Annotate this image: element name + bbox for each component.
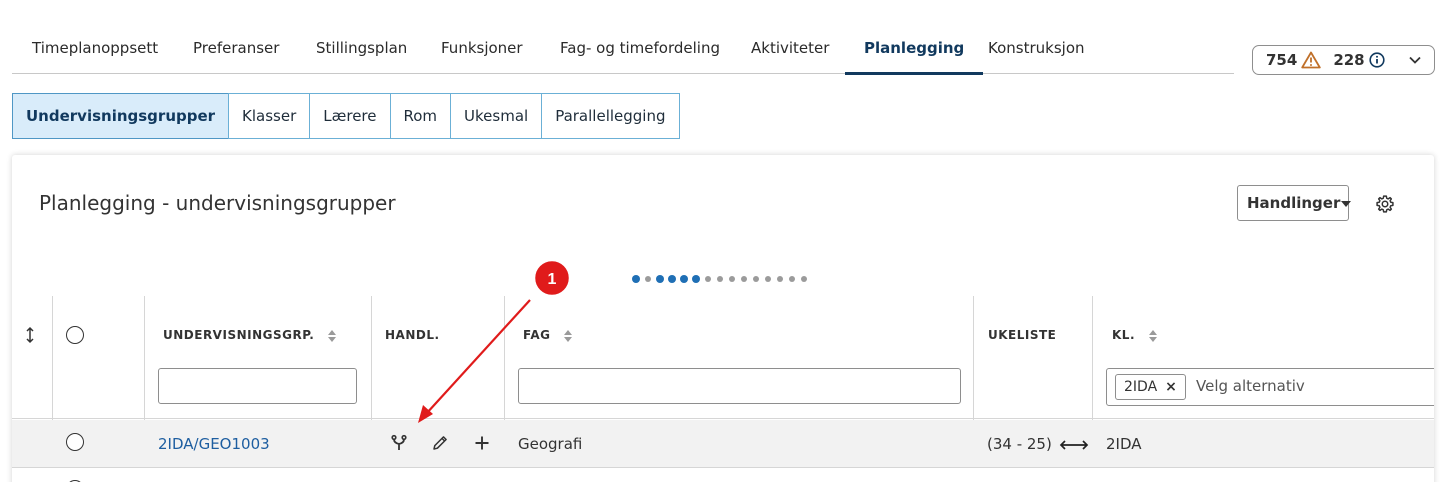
pager-dot[interactable]	[668, 275, 676, 283]
subtab-undervisningsgrupper[interactable]: Undervisningsgrupper	[12, 93, 230, 139]
column-header-subject-label: FAG	[523, 328, 551, 342]
class-filter-chip[interactable]: 2IDA ×	[1115, 374, 1186, 400]
pager-dot[interactable]	[753, 276, 759, 282]
tab-fag-og-timefordeling[interactable]: Fag- og timefordeling	[560, 26, 720, 74]
subject-cell: Geografi	[518, 435, 583, 453]
table-row[interactable]: 2IDA/GEO1003 Geografi (34 - 25) 2IDA	[12, 420, 1434, 468]
subject-filter-input[interactable]	[518, 368, 961, 404]
tab-preferanser[interactable]: Preferanser	[193, 26, 279, 74]
pager-dot[interactable]	[645, 276, 651, 282]
tab-stillingsplan[interactable]: Stillingsplan	[316, 26, 407, 74]
column-header-class[interactable]: KL.	[1112, 328, 1158, 343]
class-filter-placeholder: Velg alternativ	[1196, 377, 1305, 395]
pager-dot[interactable]	[680, 275, 688, 283]
warning-icon	[1301, 51, 1322, 69]
sort-icon[interactable]	[563, 329, 573, 343]
row-checkbox[interactable]	[66, 433, 84, 451]
sub-nav-tabs: Undervisningsgrupper Klasser Lærere Rom …	[12, 93, 680, 139]
subtab-ukesmal[interactable]: Ukesmal	[450, 93, 543, 139]
tab-planlegging[interactable]: Planlegging	[845, 26, 984, 75]
tab-funksjoner[interactable]: Funksjoner	[441, 26, 523, 74]
pager-dot[interactable]	[765, 276, 771, 282]
pager-dot[interactable]	[741, 276, 747, 282]
weeklist-range: (34 - 25)	[987, 435, 1052, 453]
reorder-arrows-icon[interactable]	[25, 326, 35, 344]
class-filter-chip-label: 2IDA	[1124, 379, 1158, 395]
weeklist-cell: (34 - 25)	[987, 435, 1089, 453]
sort-icon[interactable]	[327, 329, 337, 343]
subtab-rom[interactable]: Rom	[389, 93, 452, 139]
column-header-group[interactable]: UNDERVISNINGSGRP.	[163, 328, 337, 343]
notification-summary[interactable]: 754 228	[1252, 45, 1435, 75]
pager-dot[interactable]	[789, 276, 795, 282]
fork-icon[interactable]	[390, 434, 408, 452]
tab-aktiviteter[interactable]: Aktiviteter	[751, 26, 829, 74]
pager-dot[interactable]	[717, 276, 723, 282]
table-header: UNDERVISNINGSGRP. HANDL. FAG UKELISTE KL…	[12, 296, 1434, 468]
plus-icon[interactable]	[473, 434, 491, 452]
column-header-subject[interactable]: FAG	[523, 328, 573, 343]
chevron-down-icon[interactable]	[1408, 53, 1422, 67]
column-header-group-label: UNDERVISNINGSGRP.	[163, 328, 315, 342]
subtab-parallellegging[interactable]: Parallellegging	[541, 93, 680, 139]
actions-dropdown-button[interactable]: Handlinger	[1237, 185, 1352, 221]
group-filter-input[interactable]	[158, 368, 357, 404]
page-title: Planlegging - undervisningsgrupper	[39, 191, 396, 215]
remove-chip-icon[interactable]: ×	[1165, 379, 1177, 395]
tab-timeplanoppsett[interactable]: Timeplanoppsett	[32, 26, 158, 74]
gear-icon[interactable]	[1375, 194, 1395, 214]
pencil-icon[interactable]	[431, 434, 449, 452]
double-arrow-icon[interactable]	[1059, 438, 1089, 452]
pager-dot[interactable]	[656, 275, 664, 283]
pager-dot[interactable]	[729, 276, 735, 282]
tab-konstruksjon[interactable]: Konstruksjon	[988, 26, 1085, 74]
pager-dot[interactable]	[801, 276, 807, 282]
info-icon	[1369, 52, 1385, 68]
column-header-class-label: KL.	[1112, 328, 1136, 342]
class-filter-select[interactable]: 2IDA × Velg alternativ	[1106, 368, 1434, 406]
top-nav-tabs: Timeplanoppsett Preferanser Stillingspla…	[12, 26, 1234, 75]
pager-dot[interactable]	[777, 276, 783, 282]
info-count: 228	[1333, 51, 1365, 69]
pagination-dots[interactable]	[632, 274, 812, 284]
warning-count: 754	[1266, 51, 1298, 69]
subtab-laerere[interactable]: Lærere	[309, 93, 391, 139]
pager-dot[interactable]	[692, 275, 700, 283]
pager-dot[interactable]	[705, 276, 711, 282]
sort-icon[interactable]	[1148, 329, 1158, 343]
class-cell: 2IDA	[1106, 435, 1142, 453]
pager-dot[interactable]	[632, 275, 640, 283]
caret-down-icon	[1341, 200, 1352, 207]
column-header-weeklist: UKELISTE	[988, 328, 1057, 342]
planning-card: Planlegging - undervisningsgrupper Handl…	[12, 155, 1434, 482]
subtab-klasser[interactable]: Klasser	[228, 93, 311, 139]
select-all-checkbox[interactable]	[66, 326, 84, 344]
column-header-actions: HANDL.	[385, 328, 440, 342]
group-link[interactable]: 2IDA/GEO1003	[158, 435, 270, 453]
actions-label: Handlinger	[1247, 194, 1341, 212]
